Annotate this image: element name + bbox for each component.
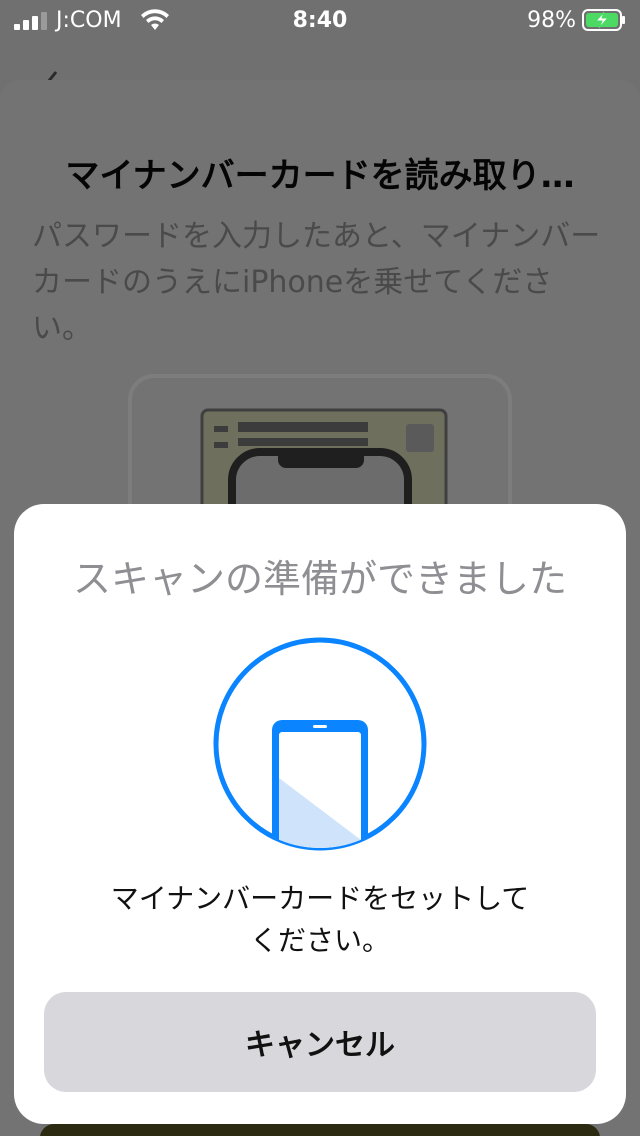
sheet-title: マイナンバーカードを読み取り…	[65, 156, 575, 196]
modal-message: マイナンバーカードをセットして ください。	[74, 878, 566, 962]
modal-message-line-2: ください。	[249, 924, 390, 957]
battery-percentage: 98%	[527, 8, 576, 33]
status-bar: J:COM 8:40 98%	[0, 0, 640, 44]
modal-message-line-1: マイナンバーカードをセットして	[110, 882, 530, 915]
background-button-peek	[40, 1124, 600, 1136]
scan-ready-modal: スキャンの準備ができました マイナンバーカードをセットして ください。 キャンセ…	[14, 504, 626, 1124]
screen: J:COM 8:40 98% マイナンバーカードを読み取り… パスワードを入力し…	[0, 0, 640, 1136]
battery-charging-icon	[582, 9, 625, 31]
modal-title: スキャンの準備ができました	[72, 557, 567, 601]
sheet-description: パスワードを入力したあと、マイナンバーカードのうえにiPhoneを乗せてください…	[32, 219, 601, 346]
cancel-button[interactable]: キャンセル	[44, 992, 596, 1092]
phone-scan-icon	[213, 637, 427, 851]
